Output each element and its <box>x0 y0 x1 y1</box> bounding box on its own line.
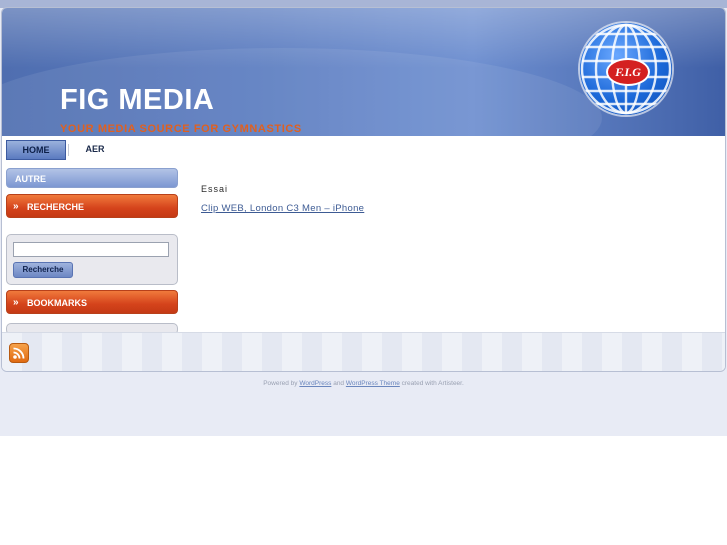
and-text: and <box>333 380 345 387</box>
autre-header[interactable]: AUTRE <box>6 168 178 188</box>
rss-icon[interactable] <box>9 343 29 363</box>
site-slogan: YOUR MEDIA SOURCE FOR GYMNASTICS <box>60 123 302 135</box>
nav-aer[interactable]: AER <box>78 140 112 158</box>
site-title: FIG MEDIA <box>60 84 215 116</box>
page-sheet: FIG MEDIA YOUR MEDIA SOURCE FOR GYMNASTI… <box>1 7 726 372</box>
search-input[interactable] <box>13 242 169 257</box>
post-link[interactable]: Clip WEB, London C3 Men – iPhone <box>201 203 364 214</box>
powered-suffix: created with Artisteer. <box>401 380 464 387</box>
chevron-double-right-icon: » <box>13 297 19 308</box>
main-nav: HOME AER <box>2 136 725 160</box>
wordpress-link[interactable]: WordPress <box>299 380 331 387</box>
rss-glyph <box>13 347 25 359</box>
recherche-label: RECHERCHE <box>27 202 85 212</box>
site-header: FIG MEDIA YOUR MEDIA SOURCE FOR GYMNASTI… <box>2 8 725 136</box>
search-block: Recherche <box>6 234 178 285</box>
recherche-header: » RECHERCHE <box>6 194 178 218</box>
nav-home[interactable]: HOME <box>6 140 66 160</box>
nav-separator <box>68 144 69 156</box>
chevron-double-right-icon: » <box>13 201 19 212</box>
fig-logo-badge: F.I.G <box>606 58 650 86</box>
bookmarks-header: » BOOKMARKS <box>6 290 178 314</box>
wordpress-theme-link[interactable]: WordPress Theme <box>346 380 400 387</box>
search-button[interactable]: Recherche <box>13 262 73 278</box>
footer-strip <box>2 332 725 371</box>
bookmarks-label: BOOKMARKS <box>27 298 87 308</box>
category-title: Essai <box>201 184 229 194</box>
powered-by: Powered by WordPress and WordPress Theme… <box>0 380 727 387</box>
powered-prefix: Powered by <box>263 380 298 387</box>
